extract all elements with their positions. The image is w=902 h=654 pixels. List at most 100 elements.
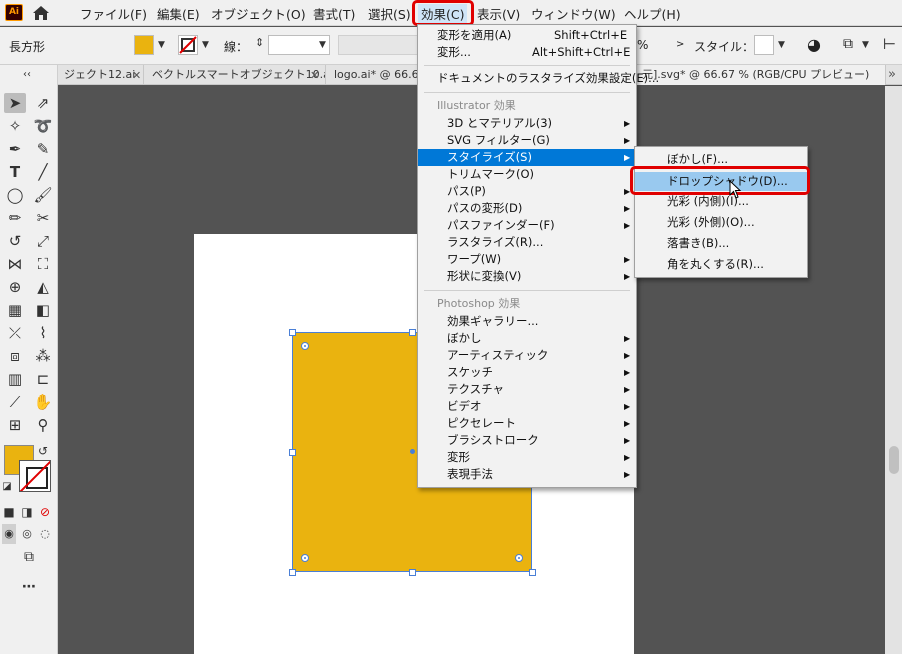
menu-item-texture[interactable]: テクスチャ ▶ — [418, 381, 636, 398]
menu-item-sketch[interactable]: スケッチ ▶ — [418, 364, 636, 381]
gradient-tool-icon[interactable]: ◧ — [32, 300, 54, 320]
variable-width-field[interactable] — [338, 35, 418, 55]
slice-tool-icon[interactable]: ⟋ — [4, 392, 26, 412]
resize-handle[interactable] — [529, 569, 536, 576]
resize-handle[interactable] — [289, 569, 296, 576]
menu-window[interactable]: ウィンドウ(W) — [531, 4, 616, 23]
default-colors-icon[interactable]: ◪ — [0, 477, 14, 497]
menu-item-distort-transform[interactable]: パスの変形(D) ▶ — [418, 200, 636, 217]
menu-item-video[interactable]: ビデオ ▶ — [418, 398, 636, 415]
symbol-sprayer-tool-icon[interactable]: ⁂ — [32, 346, 54, 366]
tab-overflow-button[interactable]: » — [888, 67, 896, 82]
draw-inside-icon[interactable]: ◌ — [38, 524, 52, 544]
pencil-tool-icon[interactable]: ✏ — [4, 208, 26, 228]
lasso-tool-icon[interactable]: ➰ — [32, 116, 54, 136]
align-options-icon[interactable]: ⧉ — [843, 36, 853, 52]
menu-item-path[interactable]: パス(P) ▶ — [418, 183, 636, 200]
submenu-item-round-corners[interactable]: 角を丸くする(R)... — [635, 256, 807, 273]
eyedropper-tool-icon[interactable]: ⤫ — [4, 323, 26, 343]
draw-behind-icon[interactable]: ◎ — [20, 524, 34, 544]
hand-tool-icon[interactable]: ✋ — [32, 392, 54, 412]
perspective-grid-tool-icon[interactable]: ⊞ — [4, 415, 26, 435]
menu-item-blur[interactable]: ぼかし ▶ — [418, 330, 636, 347]
ellipse-tool-icon[interactable]: ◯ — [4, 185, 26, 205]
menu-item-artistic[interactable]: アーティスティック ▶ — [418, 347, 636, 364]
stroke-color-swatch[interactable] — [178, 35, 198, 55]
resize-handle[interactable] — [409, 569, 416, 576]
fill-color-swatch[interactable] — [134, 35, 154, 55]
recolor-icon[interactable]: ◕ — [807, 35, 821, 54]
submenu-item-scribble[interactable]: 落書き(B)... — [635, 235, 807, 252]
curvature-tool-icon[interactable]: ✎ — [32, 139, 54, 159]
corner-radius-widget[interactable] — [301, 342, 309, 350]
type-tool-icon[interactable]: T — [4, 162, 26, 182]
line-tool-icon[interactable]: ╱ — [32, 162, 54, 182]
submenu-item-outer-glow[interactable]: 光彩 (外側)(O)... — [635, 214, 807, 231]
scissors-tool-icon[interactable]: ✂ — [32, 208, 54, 228]
mesh-tool-icon[interactable]: ▦ — [4, 300, 26, 320]
gradient-mode-icon[interactable]: ◨ — [20, 502, 34, 522]
menu-type[interactable]: 書式(T) — [313, 4, 355, 23]
menu-item-3d[interactable]: 3D とマテリアル(3) ▶ — [418, 115, 636, 132]
stroke-color-swatch[interactable] — [19, 460, 51, 492]
artboard-tool-icon[interactable]: ⊏ — [32, 369, 54, 389]
menu-item-pathfinder[interactable]: パスファインダー(F) ▶ — [418, 217, 636, 234]
menu-item-warp[interactable]: ワープ(W) ▶ — [418, 251, 636, 268]
corner-radius-widget[interactable] — [515, 554, 523, 562]
chevron-down-icon[interactable]: ▼ — [778, 40, 785, 50]
tab-document-2[interactable]: ベクトルスマートオブジェクト10.ai — [146, 65, 326, 85]
rotate-tool-icon[interactable]: ↺ — [4, 231, 26, 251]
chevron-down-icon[interactable]: ▼ — [158, 40, 165, 50]
menu-item-raster-settings[interactable]: ドキュメントのラスタライズ効果設定(E)... — [418, 70, 659, 87]
shape-builder-tool-icon[interactable]: ⊕ — [4, 277, 26, 297]
menu-item-rasterize[interactable]: ラスタライズ(R)... — [418, 234, 636, 251]
draw-normal-icon[interactable]: ◉ — [2, 524, 16, 544]
width-tool-icon[interactable]: ⋈ — [4, 254, 26, 274]
pen-tool-icon[interactable]: ✒ — [4, 139, 26, 159]
menu-edit[interactable]: 編集(E) — [157, 4, 200, 23]
swap-colors-icon[interactable]: ↺ — [36, 441, 50, 461]
direct-selection-tool-icon[interactable]: ⇗ — [32, 93, 54, 113]
screen-mode-icon[interactable]: ⧉ — [18, 547, 40, 567]
home-icon[interactable] — [32, 4, 50, 22]
resize-handle[interactable] — [409, 329, 416, 336]
menu-item-stylize[interactable]: スタイライズ(S) ▶ — [418, 149, 636, 166]
chevron-down-icon[interactable]: ▼ — [202, 40, 209, 50]
menu-item-stylize-ps[interactable]: 表現手法 ▶ — [418, 466, 636, 483]
panel-collapse-icon[interactable]: ‹‹ — [16, 65, 38, 85]
menu-item-trim-marks[interactable]: トリムマーク(O) — [418, 166, 636, 183]
menu-item-pixelate[interactable]: ピクセレート ▶ — [418, 415, 636, 432]
zoom-tool-icon[interactable]: ⚲ — [32, 415, 54, 435]
chevron-down-icon[interactable]: ▼ — [862, 40, 869, 50]
close-icon[interactable]: ✕ — [310, 69, 319, 82]
menu-item-transform[interactable]: 変形... Alt+Shift+Ctrl+E — [418, 44, 636, 61]
scale-tool-icon[interactable]: ⤢ — [32, 231, 54, 251]
chevron-right-icon[interactable]: > — [676, 39, 684, 50]
column-graph-tool-icon[interactable]: ▥ — [4, 369, 26, 389]
align-left-icon[interactable]: ⊢ — [883, 35, 896, 53]
measure-tool-icon[interactable]: ⌇ — [32, 323, 54, 343]
menu-view[interactable]: 表示(V) — [477, 4, 520, 23]
stepper-icon[interactable]: ⇕ — [255, 36, 264, 49]
resize-handle[interactable] — [289, 449, 296, 456]
menu-file[interactable]: ファイル(F) — [80, 4, 147, 23]
menu-item-brush-strokes[interactable]: ブラシストローク ▶ — [418, 432, 636, 449]
none-mode-icon[interactable]: ⊘ — [38, 502, 52, 522]
chevron-down-icon[interactable]: ▼ — [319, 40, 326, 50]
magic-wand-tool-icon[interactable]: ✧ — [4, 116, 26, 136]
tab-document-active[interactable]: 元].svg* @ 66.67 % (RGB/CPU プレビュー) — [636, 65, 886, 85]
more-tools-icon[interactable]: ⋯ — [18, 577, 40, 597]
menu-item-apply-effect[interactable]: 変形を適用(A) Shift+Ctrl+E — [418, 27, 636, 44]
resize-handle[interactable] — [289, 329, 296, 336]
scrollbar-thumb[interactable] — [889, 446, 899, 474]
menu-help[interactable]: ヘルプ(H) — [624, 4, 681, 23]
menu-item-svg-filter[interactable]: SVG フィルター(G) ▶ — [418, 132, 636, 149]
tab-document-3[interactable]: logo.ai* @ 66.67 % — [328, 65, 418, 85]
paintbrush-tool-icon[interactable]: 🖌 — [32, 185, 54, 205]
submenu-item-inner-glow[interactable]: 光彩 (内側)(I)... — [635, 193, 807, 210]
blend-tool-icon[interactable]: ⧈ — [4, 346, 26, 366]
menu-item-distort[interactable]: 変形 ▶ — [418, 449, 636, 466]
menu-item-effect-gallery[interactable]: 効果ギャラリー... — [418, 313, 636, 330]
menu-object[interactable]: オブジェクト(O) — [211, 4, 306, 23]
close-icon[interactable]: ✕ — [132, 69, 141, 82]
